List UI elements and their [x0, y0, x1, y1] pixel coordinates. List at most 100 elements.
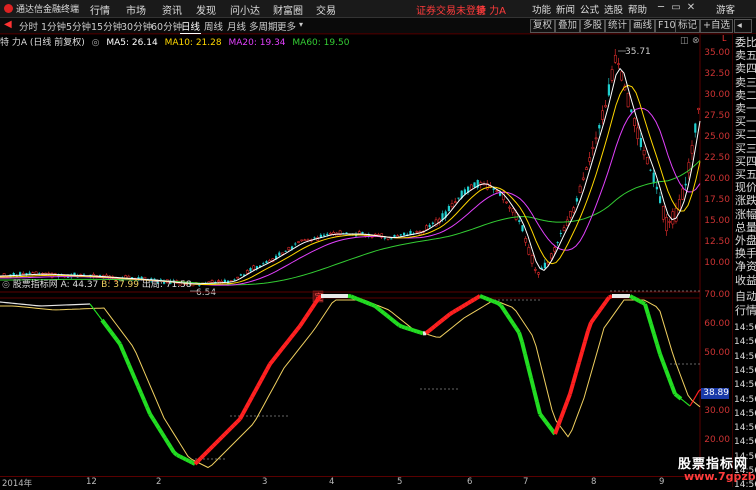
- low-price-label: 6.54: [196, 288, 216, 298]
- side-label: 现价: [735, 181, 756, 194]
- close-icon[interactable]: ✕: [685, 2, 697, 14]
- price-tick: 35.00: [700, 48, 730, 58]
- kline-chart[interactable]: 35.71 6.54 定: [0, 34, 732, 476]
- tab-weekly[interactable]: 周线: [203, 19, 224, 33]
- menu-help[interactable]: 帮助: [628, 2, 647, 16]
- side-label: 买一: [735, 115, 756, 128]
- high-price-label: 35.71: [625, 47, 651, 57]
- ma20-line: [0, 108, 700, 285]
- menu-market[interactable]: 市场: [126, 2, 146, 17]
- mark-button[interactable]: 标记: [675, 19, 700, 33]
- side-time: 14:56: [734, 380, 756, 390]
- indicator-name[interactable]: 股票指标网: [13, 280, 58, 290]
- side-time: 14:56: [734, 337, 756, 347]
- user-guest[interactable]: 游客: [716, 2, 735, 16]
- price-tick: 12.50: [700, 237, 730, 247]
- watermark-url: www.7gpzb.com: [684, 470, 756, 483]
- menu-assistant[interactable]: 问小达: [230, 2, 260, 17]
- side-label: 买四: [735, 155, 756, 168]
- axis-unit-label: L: [722, 34, 726, 43]
- more-chevron-icon[interactable]: ▾: [299, 20, 303, 29]
- side-label: 行情: [735, 304, 756, 317]
- add-watchlist-button[interactable]: +自选: [700, 19, 733, 33]
- x-tick: 8: [591, 477, 596, 487]
- price-tick: 25.00: [700, 132, 730, 142]
- app-title-text: 通达信金融终端: [16, 2, 79, 15]
- menu-select[interactable]: 选股: [604, 2, 623, 16]
- indicator-current-value: 38.89: [701, 388, 729, 399]
- x-tick: 2014年: [2, 477, 32, 489]
- menu-news[interactable]: 资讯: [162, 2, 182, 17]
- side-label: 买三: [735, 142, 756, 155]
- tab-more[interactable]: 更多: [276, 19, 297, 33]
- x-tick: 5: [397, 477, 402, 487]
- x-tick: 2: [156, 477, 161, 487]
- tab-15min[interactable]: 15分钟: [90, 19, 123, 33]
- side-label: 净资: [735, 260, 756, 273]
- adjust-button[interactable]: 复权: [530, 19, 555, 33]
- side-label: 涨幅: [735, 208, 756, 221]
- x-tick: 3: [262, 477, 267, 487]
- menu-discover[interactable]: 发现: [196, 2, 216, 17]
- tab-daily[interactable]: 日线: [180, 19, 201, 34]
- tab-1min-time[interactable]: 分时: [18, 19, 39, 33]
- x-tick: 6: [467, 477, 472, 487]
- side-time: 14:56: [734, 352, 756, 362]
- stats-button[interactable]: 统计: [605, 19, 630, 33]
- price-tick: 30.00: [700, 90, 730, 100]
- ma10-line: [0, 85, 700, 284]
- scroll-left-icon[interactable]: ◂: [734, 19, 752, 33]
- indicator-legend: ◎ 股票指标网 A: 44.37 B: 37.99 出局: 71.58: [2, 277, 192, 290]
- indicator-a-value: A: 44.37: [61, 280, 99, 290]
- tab-5min[interactable]: 5分钟: [65, 19, 92, 33]
- side-label: 涨跌: [735, 194, 756, 207]
- restore-icon[interactable]: ▭: [670, 2, 682, 14]
- price-tick: 32.50: [700, 69, 730, 79]
- side-time: 14:56: [734, 437, 756, 447]
- side-label: 自动: [735, 290, 756, 303]
- side-time: 14:56: [734, 423, 756, 433]
- title-bar: 通达信金融终端 行情 市场 资讯 发现 问小达 财富圈 交易 证券交易未登录 特…: [0, 0, 756, 18]
- back-arrow-icon[interactable]: ◀: [4, 19, 12, 30]
- multi-stock-button[interactable]: 多股: [580, 19, 605, 33]
- side-label: 卖三: [735, 76, 756, 89]
- price-tick: 27.50: [700, 111, 730, 121]
- side-time: 14:56: [734, 395, 756, 405]
- tab-60min[interactable]: 60分钟: [150, 19, 183, 33]
- side-label: 外盘: [735, 234, 756, 247]
- minimize-icon[interactable]: ─: [655, 2, 667, 14]
- menu-formula[interactable]: 公式: [580, 2, 599, 16]
- quote-side-panel: 委比卖五卖四卖三卖二卖一买一买二买三买四买五现价涨跌涨幅总量外盘换手净资收益自动…: [732, 34, 756, 487]
- app-title: 通达信金融终端: [4, 2, 79, 15]
- period-toolbar: ◀ 分时 1分钟 5分钟 15分钟 30分钟 60分钟 日线 周线 月线 多周期…: [0, 18, 756, 34]
- indicator-axis: 70.00 60.00 50.00 30.00 20.00 38.89: [700, 290, 732, 476]
- tab-multi-period[interactable]: 多周期: [248, 19, 279, 33]
- indicator-settings-icon[interactable]: ◎: [2, 280, 10, 290]
- side-label: 卖五: [735, 49, 756, 62]
- draw-button[interactable]: 画线: [630, 19, 655, 33]
- tab-monthly[interactable]: 月线: [226, 19, 247, 33]
- indicator-tick: 50.00: [700, 348, 730, 358]
- side-time: 14:56: [734, 409, 756, 419]
- app-logo-icon: [4, 4, 13, 13]
- side-time: 14:56: [734, 323, 756, 333]
- indicator-b-value: B: 37.99: [101, 280, 139, 290]
- side-label: 买五: [735, 168, 756, 181]
- price-tick: 22.50: [700, 153, 730, 163]
- side-label: 换手: [735, 247, 756, 260]
- x-tick: 4: [329, 477, 334, 487]
- menu-function[interactable]: 功能: [532, 2, 551, 16]
- price-tick: 15.00: [700, 216, 730, 226]
- price-axis: L 35.00 32.50 30.00 27.50 25.00 22.50 20…: [700, 34, 732, 294]
- tab-1min[interactable]: 1分钟: [40, 19, 67, 33]
- indicator-chart: [0, 291, 702, 468]
- menu-trade[interactable]: 交易: [316, 2, 336, 17]
- stock-name: 特 力A: [476, 2, 506, 17]
- menu-wealth[interactable]: 财富圈: [273, 2, 303, 17]
- overlay-button[interactable]: 叠加: [555, 19, 580, 33]
- tab-30min[interactable]: 30分钟: [120, 19, 153, 33]
- price-tick: 10.00: [700, 258, 730, 268]
- menu-quotes[interactable]: 行情: [90, 2, 110, 17]
- side-label: 卖一: [735, 102, 756, 115]
- menu-news-top[interactable]: 新闻: [556, 2, 575, 16]
